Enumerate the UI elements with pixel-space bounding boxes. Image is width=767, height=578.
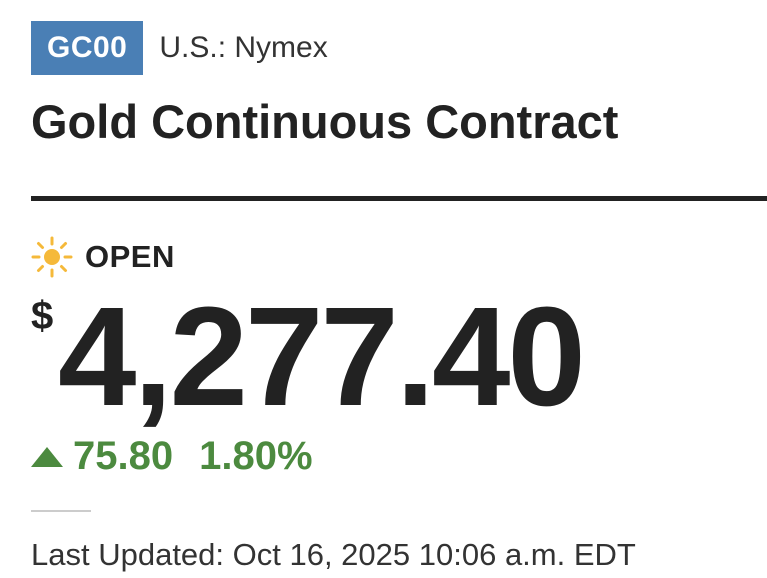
last-price: 4,277.40 [58, 277, 586, 435]
triangle-up-icon [31, 446, 63, 467]
sun-icon [31, 236, 73, 278]
exchange-label: U.S.: Nymex [159, 31, 328, 64]
change-percent: 1.80% [199, 434, 313, 478]
market-status: OPEN [31, 236, 175, 278]
ticker-badge: GC00 [31, 21, 144, 75]
price-change: 75.80 1.80% [31, 434, 313, 479]
currency-symbol: $ [31, 294, 54, 338]
market-status-label: OPEN [85, 239, 175, 274]
instrument-title: Gold Continuous Contract [31, 95, 619, 148]
last-updated-text: Last Updated: Oct 16, 2025 10:06 a.m. ED… [31, 537, 636, 572]
quote-header: GC00 U.S.: Nymex [31, 21, 328, 75]
change-value: 75.80 [73, 434, 174, 478]
section-divider [31, 510, 91, 512]
header-divider [31, 196, 767, 201]
